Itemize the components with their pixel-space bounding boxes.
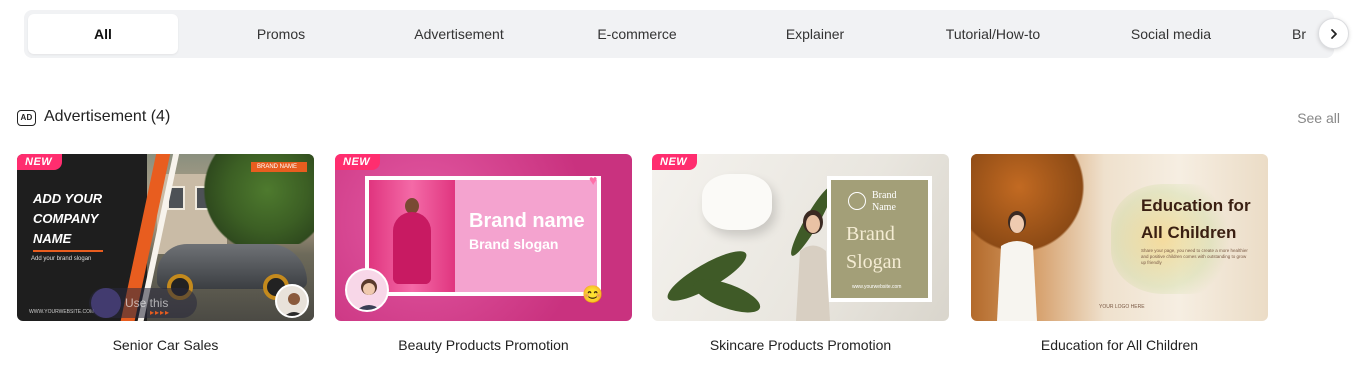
presenter-icon <box>357 279 381 310</box>
template-card-senior-car-sales[interactable]: ADD YOUR COMPANY NAME Add your brand slo… <box>17 154 314 321</box>
use-template-icon <box>91 288 121 318</box>
card-title[interactable]: Beauty Products Promotion <box>335 337 632 353</box>
card-title[interactable]: Skincare Products Promotion <box>652 337 949 353</box>
thumb-brand-name-line: Name <box>872 202 896 213</box>
thumb-website: www.yourwebsite.com <box>852 284 902 290</box>
jar-graphic <box>702 174 772 230</box>
arrows-decoration: ▸▸▸▸ <box>150 308 171 317</box>
card-title[interactable]: Education for All Children <box>971 337 1268 353</box>
thumb-brand-tag: BRAND NAME <box>251 162 307 172</box>
heart-icon: ♥ <box>589 172 598 188</box>
tab-promos[interactable]: Promos <box>206 14 356 54</box>
thumb-headline-line: COMPANY <box>33 211 99 226</box>
tab-explainer[interactable]: Explainer <box>740 14 890 54</box>
tab-tutorial-how-to[interactable]: Tutorial/How-to <box>918 14 1068 54</box>
ad-icon: AD <box>17 110 36 126</box>
leaf-graphic <box>690 272 764 320</box>
new-badge: NEW <box>652 154 698 170</box>
thumb-brand-slogan: Brand slogan <box>469 236 559 252</box>
divider <box>33 250 103 252</box>
tabs-next-button[interactable] <box>1318 18 1349 49</box>
tab-social-media[interactable]: Social media <box>1096 14 1246 54</box>
template-card-skincare-products[interactable]: Brand Name Brand Slogan www.yourwebsite.… <box>652 154 949 321</box>
thumb-brand-name-line: Brand <box>872 190 897 201</box>
model-dress <box>393 212 431 284</box>
logo-icon <box>848 192 866 210</box>
tab-all[interactable]: All <box>28 14 178 54</box>
thumb-headline-line: All Children <box>1141 223 1237 242</box>
thumb-slogan-line: Slogan <box>846 251 902 273</box>
see-all-link[interactable]: See all <box>1297 110 1340 126</box>
new-badge: NEW <box>17 154 63 170</box>
section-title: Advertisement (4) <box>44 108 171 125</box>
tab-advertisement[interactable]: Advertisement <box>384 14 534 54</box>
chevron-right-icon <box>1330 28 1337 39</box>
thumb-slogan-line: Brand <box>846 223 895 245</box>
tab-e-commerce[interactable]: E-commerce <box>562 14 712 54</box>
thumb-headline: ADD YOUR COMPANY NAME <box>33 189 102 249</box>
thumb-headline: Education for All Children <box>1141 192 1251 246</box>
thumb-brand-name: Brand name <box>469 210 585 232</box>
thumb-slogan: Add your brand slogan <box>31 256 92 262</box>
thumb-website: WWW.YOURWEBSITE.COM <box>29 309 95 315</box>
thumb-brand-name: Brand Name <box>872 190 896 214</box>
template-card-beauty-products[interactable]: Brand name Brand slogan ♥ 😊 NEW <box>335 154 632 321</box>
card-title[interactable]: Senior Car Sales <box>17 337 314 353</box>
avatar <box>345 268 389 312</box>
thumb-description: Share your page, you need to create a mo… <box>1141 248 1248 265</box>
presenter-icon <box>997 211 1037 321</box>
template-card-education[interactable]: Education for All Children Share your pa… <box>971 154 1268 321</box>
smile-icon: 😊 <box>582 285 604 304</box>
thumb-headline-line: ADD YOUR <box>33 191 103 206</box>
thumb-headline-line: NAME <box>33 231 72 246</box>
new-badge: NEW <box>335 154 381 170</box>
avatar <box>275 284 309 318</box>
thumb-headline-line: Education for <box>1141 196 1251 215</box>
thumb-slogan: Brand Slogan <box>846 220 902 276</box>
category-tab-bar: All Promos Advertisement E-commerce Expl… <box>24 10 1334 58</box>
presenter-icon <box>796 210 830 321</box>
thumb-logo: YOUR LOGO HERE <box>1099 304 1145 310</box>
